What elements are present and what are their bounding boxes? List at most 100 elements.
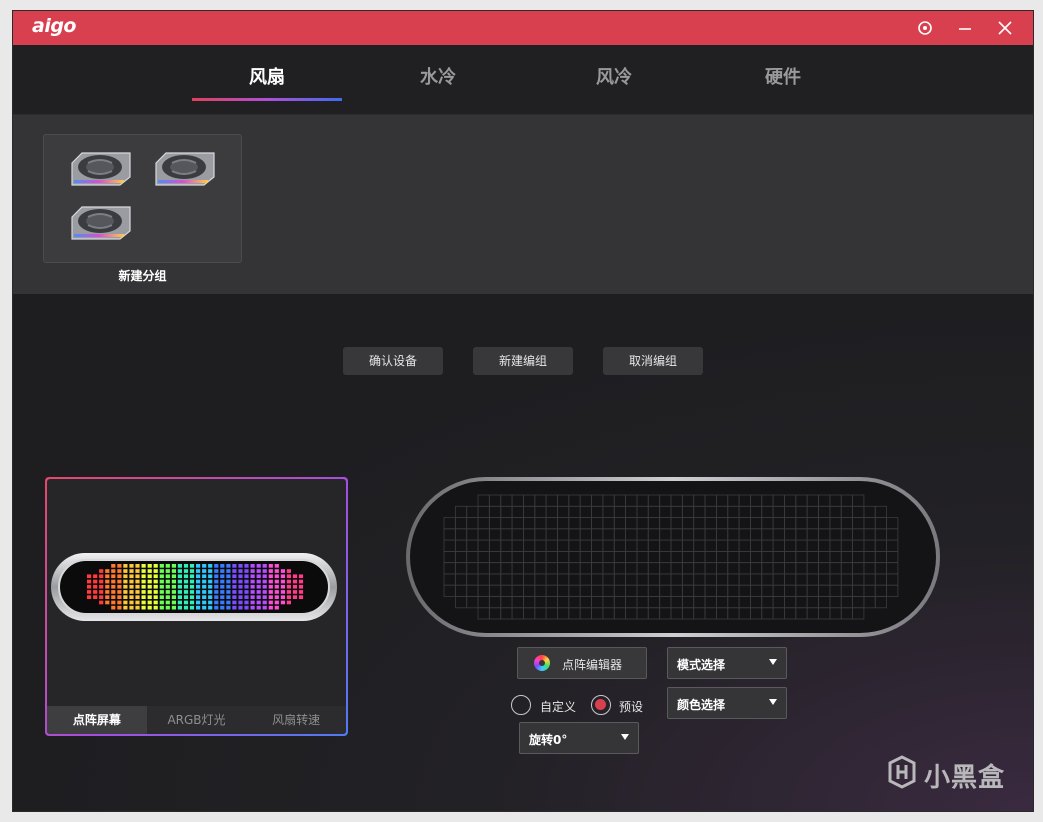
led-dot (123, 564, 128, 568)
led-dot (165, 600, 170, 605)
tab-fan-speed[interactable]: 风扇转速 (246, 706, 346, 734)
tab-argb-lighting[interactable]: ARGB灯光 (147, 706, 247, 734)
led-dot (214, 600, 219, 605)
led-dot (196, 579, 201, 584)
matrix-editor-canvas[interactable] (406, 477, 940, 637)
led-dot (111, 569, 116, 573)
led-dot (153, 605, 158, 610)
led-dot (232, 605, 237, 610)
color-select-label: 颜色选择 (677, 698, 726, 712)
led-dot (87, 574, 92, 579)
led-dot (286, 595, 291, 599)
confirm-device-button[interactable]: 确认设备 (343, 347, 443, 375)
led-dot (244, 579, 249, 584)
led-dot (244, 595, 249, 599)
led-dot (117, 595, 122, 599)
mode-select-dropdown[interactable]: 模式选择 (667, 647, 787, 679)
led-dot (250, 574, 255, 579)
led-dot (238, 590, 243, 594)
led-dot (238, 564, 243, 568)
led-dot (274, 600, 279, 605)
radio-custom[interactable] (511, 695, 531, 715)
led-dot (129, 564, 134, 568)
led-dot (268, 600, 273, 605)
led-dot (165, 574, 170, 579)
led-dot (226, 574, 231, 579)
tab-air-cooling[interactable]: 风冷 (539, 63, 689, 103)
matrix-editor-button[interactable]: 点阵编辑器 (517, 647, 647, 679)
led-dot (183, 605, 189, 610)
led-dot (214, 595, 219, 599)
led-dot (177, 569, 182, 573)
tab-hardware[interactable]: 硬件 (708, 63, 858, 103)
led-dot (165, 569, 170, 573)
led-dot (189, 600, 195, 605)
led-dot (117, 590, 122, 594)
led-dot (105, 574, 110, 579)
led-dot (250, 600, 255, 605)
led-dot (196, 574, 201, 579)
led-dot (274, 584, 279, 589)
led-dot (274, 574, 279, 579)
led-dot (226, 584, 231, 589)
led-dot (232, 595, 237, 599)
led-dot (286, 584, 291, 589)
led-dot (220, 600, 225, 605)
close-icon[interactable] (994, 17, 1016, 39)
led-dot (280, 584, 285, 589)
led-dot (87, 584, 92, 589)
led-dot (202, 590, 207, 594)
led-dot (87, 595, 92, 599)
led-dot (286, 600, 291, 605)
led-dot (286, 579, 291, 584)
led-dot (250, 595, 255, 599)
led-dot (274, 569, 279, 573)
led-dot (256, 564, 261, 568)
led-dot (202, 569, 207, 573)
led-dot (298, 595, 304, 599)
led-dot (220, 595, 225, 599)
led-dot (298, 590, 304, 594)
led-dot (141, 574, 146, 579)
fan-device-icon (71, 206, 131, 240)
tab-fan[interactable]: 风扇 (192, 63, 342, 103)
settings-icon[interactable] (914, 17, 936, 39)
led-dot (183, 569, 189, 573)
led-dot (286, 574, 291, 579)
led-dot (141, 600, 146, 605)
led-dot (292, 579, 298, 584)
led-dot (153, 590, 158, 594)
led-dot (256, 579, 261, 584)
tab-dot-matrix[interactable]: 点阵屏幕 (47, 706, 147, 734)
led-dot (280, 595, 285, 599)
led-dot (262, 569, 267, 573)
led-dot (135, 595, 140, 599)
led-dot (268, 569, 273, 573)
led-dot (141, 564, 146, 568)
led-dot (153, 584, 158, 589)
led-dot (256, 574, 261, 579)
led-dot (183, 595, 189, 599)
radio-preset[interactable] (591, 695, 611, 715)
led-dot (183, 600, 189, 605)
led-dot (214, 605, 219, 610)
led-dot (93, 595, 98, 599)
led-dot (171, 590, 176, 594)
group-section: 新建分组 (13, 115, 1033, 294)
color-select-dropdown[interactable]: 颜色选择 (667, 687, 787, 719)
led-dot (268, 595, 273, 599)
led-dot (256, 595, 261, 599)
fan-group-card[interactable] (43, 134, 242, 263)
cancel-group-button[interactable]: 取消编组 (603, 347, 703, 375)
minimize-icon[interactable] (954, 17, 976, 39)
fan-device-icon (71, 152, 131, 186)
rotate-select-dropdown[interactable]: 旋转0° (519, 722, 639, 754)
led-dot (147, 605, 152, 610)
led-dot (165, 590, 170, 594)
new-group-button[interactable]: 新建编组 (473, 347, 573, 375)
chevron-down-icon (621, 734, 629, 740)
led-dot (183, 579, 189, 584)
led-dot (256, 590, 261, 594)
led-dot (232, 584, 237, 589)
tab-water-cooling[interactable]: 水冷 (363, 63, 513, 103)
